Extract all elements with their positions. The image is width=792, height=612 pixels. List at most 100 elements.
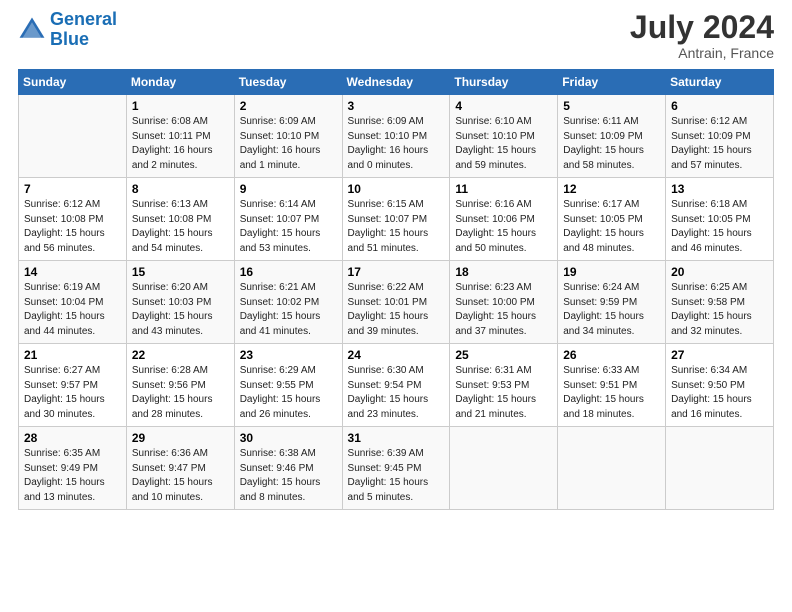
page: General Blue July 2024 Antrain, France S… xyxy=(0,0,792,520)
calendar-cell: 29 Sunrise: 6:36 AM Sunset: 9:47 PM Dayli… xyxy=(126,427,234,510)
day-number: 22 xyxy=(132,348,229,362)
day-number: 13 xyxy=(671,182,768,196)
day-number: 9 xyxy=(240,182,337,196)
calendar-cell: 1 Sunrise: 6:08 AM Sunset: 10:11 PM Dayli… xyxy=(126,95,234,178)
day-number: 1 xyxy=(132,99,229,113)
col-header-tuesday: Tuesday xyxy=(234,70,342,95)
day-number: 29 xyxy=(132,431,229,445)
day-info: Sunrise: 6:39 AM Sunset: 9:45 PM Dayligh… xyxy=(348,447,445,505)
day-info: Sunrise: 6:22 AM Sunset: 10:01 PM Daylig… xyxy=(348,281,445,339)
day-number: 30 xyxy=(240,431,337,445)
col-header-sunday: Sunday xyxy=(19,70,127,95)
day-info: Sunrise: 6:31 AM Sunset: 9:53 PM Dayligh… xyxy=(455,364,552,422)
day-number: 23 xyxy=(240,348,337,362)
calendar-cell: 3 Sunrise: 6:09 AM Sunset: 10:10 PM Dayli… xyxy=(342,95,450,178)
day-info: Sunrise: 6:38 AM Sunset: 9:46 PM Dayligh… xyxy=(240,447,337,505)
calendar-cell: 4 Sunrise: 6:10 AM Sunset: 10:10 PM Dayli… xyxy=(450,95,558,178)
calendar-cell xyxy=(19,95,127,178)
day-info: Sunrise: 6:20 AM Sunset: 10:03 PM Daylig… xyxy=(132,281,229,339)
day-number: 15 xyxy=(132,265,229,279)
calendar-cell: 10 Sunrise: 6:15 AM Sunset: 10:07 PM Dayl… xyxy=(342,178,450,261)
calendar-cell: 28 Sunrise: 6:35 AM Sunset: 9:49 PM Dayli… xyxy=(19,427,127,510)
day-info: Sunrise: 6:23 AM Sunset: 10:00 PM Daylig… xyxy=(455,281,552,339)
day-number: 31 xyxy=(348,431,445,445)
day-number: 24 xyxy=(348,348,445,362)
day-number: 28 xyxy=(24,431,121,445)
day-info: Sunrise: 6:24 AM Sunset: 9:59 PM Dayligh… xyxy=(563,281,660,339)
calendar-cell: 5Sunrise: 6:11 AM Sunset: 10:09 PM Dayli… xyxy=(558,95,666,178)
day-info: Sunrise: 6:27 AM Sunset: 9:57 PM Dayligh… xyxy=(24,364,121,422)
day-number: 27 xyxy=(671,348,768,362)
day-info: Sunrise: 6:09 AM Sunset: 10:10 PM Daylig… xyxy=(348,115,445,173)
month-title: July 2024 xyxy=(630,10,774,45)
calendar-cell: 12Sunrise: 6:17 AM Sunset: 10:05 PM Dayl… xyxy=(558,178,666,261)
calendar-week-3: 21Sunrise: 6:27 AM Sunset: 9:57 PM Dayli… xyxy=(19,344,774,427)
day-number: 7 xyxy=(24,182,121,196)
calendar-cell: 11Sunrise: 6:16 AM Sunset: 10:06 PM Dayl… xyxy=(450,178,558,261)
day-info: Sunrise: 6:08 AM Sunset: 10:11 PM Daylig… xyxy=(132,115,229,173)
day-info: Sunrise: 6:09 AM Sunset: 10:10 PM Daylig… xyxy=(240,115,337,173)
col-header-saturday: Saturday xyxy=(666,70,774,95)
day-info: Sunrise: 6:12 AM Sunset: 10:08 PM Daylig… xyxy=(24,198,121,256)
day-info: Sunrise: 6:13 AM Sunset: 10:08 PM Daylig… xyxy=(132,198,229,256)
day-info: Sunrise: 6:33 AM Sunset: 9:51 PM Dayligh… xyxy=(563,364,660,422)
day-number: 14 xyxy=(24,265,121,279)
calendar-cell: 14 Sunrise: 6:19 AM Sunset: 10:04 PM Dayl… xyxy=(19,261,127,344)
day-number: 25 xyxy=(455,348,552,362)
calendar-week-1: 7 Sunrise: 6:12 AM Sunset: 10:08 PM Dayli… xyxy=(19,178,774,261)
calendar-cell: 6 Sunrise: 6:12 AM Sunset: 10:09 PM Dayli… xyxy=(666,95,774,178)
calendar-cell: 20Sunrise: 6:25 AM Sunset: 9:58 PM Dayli… xyxy=(666,261,774,344)
day-number: 17 xyxy=(348,265,445,279)
logo-line2: Blue xyxy=(50,29,89,49)
day-number: 18 xyxy=(455,265,552,279)
day-info: Sunrise: 6:19 AM Sunset: 10:04 PM Daylig… xyxy=(24,281,121,339)
day-number: 8 xyxy=(132,182,229,196)
day-number: 26 xyxy=(563,348,660,362)
col-header-wednesday: Wednesday xyxy=(342,70,450,95)
day-info: Sunrise: 6:28 AM Sunset: 9:56 PM Dayligh… xyxy=(132,364,229,422)
day-info: Sunrise: 6:29 AM Sunset: 9:55 PM Dayligh… xyxy=(240,364,337,422)
calendar-cell: 15 Sunrise: 6:20 AM Sunset: 10:03 PM Dayl… xyxy=(126,261,234,344)
day-info: Sunrise: 6:17 AM Sunset: 10:05 PM Daylig… xyxy=(563,198,660,256)
col-header-friday: Friday xyxy=(558,70,666,95)
day-info: Sunrise: 6:15 AM Sunset: 10:07 PM Daylig… xyxy=(348,198,445,256)
day-info: Sunrise: 6:18 AM Sunset: 10:05 PM Daylig… xyxy=(671,198,768,256)
calendar-cell xyxy=(558,427,666,510)
calendar-cell: 17 Sunrise: 6:22 AM Sunset: 10:01 PM Dayl… xyxy=(342,261,450,344)
header: General Blue July 2024 Antrain, France xyxy=(18,10,774,61)
calendar-cell: 18 Sunrise: 6:23 AM Sunset: 10:00 PM Dayl… xyxy=(450,261,558,344)
title-block: July 2024 Antrain, France xyxy=(630,10,774,61)
calendar-cell: 16 Sunrise: 6:21 AM Sunset: 10:02 PM Dayl… xyxy=(234,261,342,344)
day-info: Sunrise: 6:35 AM Sunset: 9:49 PM Dayligh… xyxy=(24,447,121,505)
calendar-week-0: 1 Sunrise: 6:08 AM Sunset: 10:11 PM Dayli… xyxy=(19,95,774,178)
day-number: 16 xyxy=(240,265,337,279)
day-number: 3 xyxy=(348,99,445,113)
day-info: Sunrise: 6:12 AM Sunset: 10:09 PM Daylig… xyxy=(671,115,768,173)
col-header-thursday: Thursday xyxy=(450,70,558,95)
calendar-week-4: 28 Sunrise: 6:35 AM Sunset: 9:49 PM Dayli… xyxy=(19,427,774,510)
day-info: Sunrise: 6:36 AM Sunset: 9:47 PM Dayligh… xyxy=(132,447,229,505)
day-number: 6 xyxy=(671,99,768,113)
calendar-header-row: SundayMondayTuesdayWednesdayThursdayFrid… xyxy=(19,70,774,95)
calendar-cell: 24 Sunrise: 6:30 AM Sunset: 9:54 PM Dayli… xyxy=(342,344,450,427)
day-info: Sunrise: 6:30 AM Sunset: 9:54 PM Dayligh… xyxy=(348,364,445,422)
logo: General Blue xyxy=(18,10,117,50)
day-info: Sunrise: 6:11 AM Sunset: 10:09 PM Daylig… xyxy=(563,115,660,173)
calendar-table: SundayMondayTuesdayWednesdayThursdayFrid… xyxy=(18,69,774,510)
calendar-cell: 26 Sunrise: 6:33 AM Sunset: 9:51 PM Dayli… xyxy=(558,344,666,427)
calendar-cell: 27Sunrise: 6:34 AM Sunset: 9:50 PM Dayli… xyxy=(666,344,774,427)
calendar-cell xyxy=(450,427,558,510)
calendar-cell xyxy=(666,427,774,510)
day-info: Sunrise: 6:14 AM Sunset: 10:07 PM Daylig… xyxy=(240,198,337,256)
day-number: 4 xyxy=(455,99,552,113)
calendar-cell: 22 Sunrise: 6:28 AM Sunset: 9:56 PM Dayli… xyxy=(126,344,234,427)
calendar-cell: 8 Sunrise: 6:13 AM Sunset: 10:08 PM Dayli… xyxy=(126,178,234,261)
day-info: Sunrise: 6:10 AM Sunset: 10:10 PM Daylig… xyxy=(455,115,552,173)
calendar-cell: 13 Sunrise: 6:18 AM Sunset: 10:05 PM Dayl… xyxy=(666,178,774,261)
day-number: 10 xyxy=(348,182,445,196)
day-info: Sunrise: 6:21 AM Sunset: 10:02 PM Daylig… xyxy=(240,281,337,339)
day-number: 19 xyxy=(563,265,660,279)
logo-line1: General xyxy=(50,9,117,29)
day-number: 20 xyxy=(671,265,768,279)
calendar-week-2: 14 Sunrise: 6:19 AM Sunset: 10:04 PM Dayl… xyxy=(19,261,774,344)
